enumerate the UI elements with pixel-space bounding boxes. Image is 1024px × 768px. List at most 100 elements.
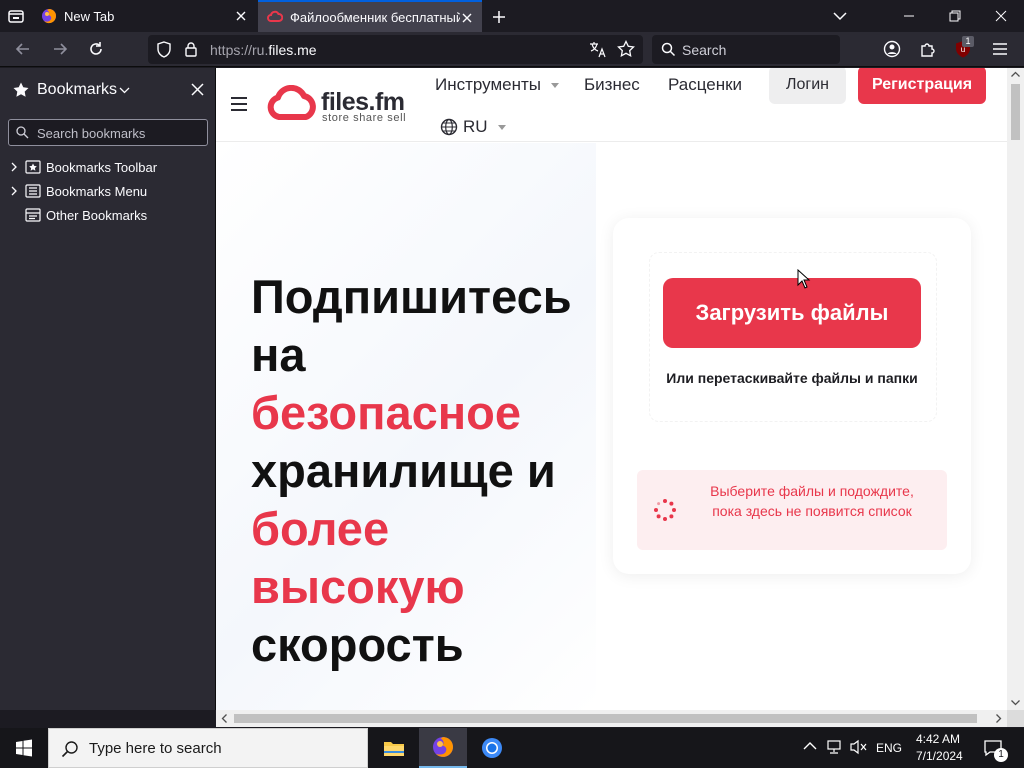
language-selector[interactable]: RU — [440, 117, 506, 137]
tracking-protection-shield-icon[interactable] — [156, 41, 172, 58]
list-all-tabs-chevron-icon[interactable] — [832, 9, 848, 23]
firefox-icon — [41, 8, 57, 24]
windows-start-icon[interactable] — [0, 728, 48, 768]
vertical-scroll-thumb[interactable] — [1011, 84, 1020, 140]
hero-line-accent: высокую — [251, 560, 465, 613]
login-button[interactable]: Логин — [769, 68, 846, 104]
chrome-taskbar-icon[interactable] — [468, 728, 516, 768]
url-text[interactable]: https://ru.files.me — [210, 42, 317, 58]
lock-icon[interactable] — [184, 41, 198, 58]
dropdown-caret-icon — [551, 83, 560, 89]
tab-title: Файлообменник бесплатный с — [290, 9, 460, 25]
mouse-cursor-icon — [797, 269, 811, 289]
extension-badge: 1 — [962, 36, 974, 47]
bookmarks-star-icon — [12, 81, 30, 99]
hero-heading: Подпишитесь на безопасное хранилище и бо… — [251, 268, 611, 674]
bookmarks-search-input[interactable]: Search bookmarks — [8, 119, 208, 146]
tab-strip: New Tab Файлообменник бесплатный с — [0, 0, 1024, 32]
scroll-down-arrow-icon[interactable] — [1011, 700, 1020, 706]
hero-line-accent: более — [251, 502, 390, 555]
loading-spinner-icon — [653, 498, 677, 522]
file-explorer-icon[interactable] — [370, 728, 418, 768]
close-tab-icon[interactable] — [460, 11, 474, 25]
taskbar-search-input[interactable]: Type here to search — [48, 728, 368, 768]
tab-list-icon[interactable] — [7, 8, 25, 24]
vertical-scrollbar[interactable] — [1007, 68, 1024, 710]
hamburger-menu-icon[interactable] — [991, 40, 1009, 58]
files-fm-logo-icon[interactable] — [266, 85, 318, 125]
hero-line-accent: безопасное — [251, 386, 521, 439]
bookmark-menu-icon — [25, 184, 41, 198]
search-icon — [661, 42, 676, 57]
logo-tagline: store share sell — [322, 112, 407, 124]
bookmark-label: Bookmarks Menu — [46, 183, 148, 199]
hero-line: Подпишитесь — [251, 270, 572, 323]
globe-icon — [440, 118, 458, 136]
upload-info-text: Выберите файлы и подождите, пока здесь н… — [710, 483, 914, 519]
bookmark-label: Bookmarks Toolbar — [46, 159, 158, 175]
notification-count-badge: 1 — [994, 748, 1008, 762]
scroll-right-arrow-icon[interactable] — [996, 714, 1002, 723]
nav-pricing[interactable]: Расценки — [668, 75, 742, 95]
clock-date[interactable]: 7/1/2024 — [916, 749, 963, 763]
scroll-up-arrow-icon[interactable] — [1011, 71, 1020, 77]
forward-arrow-icon[interactable] — [51, 40, 69, 58]
hero-line: хранилище и — [251, 444, 556, 497]
search-box[interactable]: Search — [652, 35, 840, 64]
minimize-window-icon[interactable] — [886, 0, 932, 32]
scroll-left-arrow-icon[interactable] — [221, 714, 227, 723]
reload-icon[interactable] — [87, 40, 105, 58]
scrollbar-corner — [1007, 710, 1024, 727]
expand-chevron-icon[interactable] — [9, 186, 19, 196]
other-bookmarks-icon — [25, 208, 41, 222]
clock-time[interactable]: 4:42 AM — [916, 732, 960, 746]
show-hidden-icons-chevron-icon[interactable] — [803, 741, 817, 751]
firefox-taskbar-icon[interactable] — [419, 728, 467, 768]
nav-business[interactable]: Бизнес — [584, 75, 640, 95]
hamburger-menu-icon[interactable] — [230, 96, 248, 112]
horizontal-scrollbar[interactable] — [216, 710, 1007, 727]
register-button[interactable]: Регистрация — [858, 68, 986, 104]
upload-card: Загрузить файлы Или перетаскивайте файлы… — [613, 218, 971, 574]
nav-tools[interactable]: Инструменты — [435, 75, 560, 95]
input-language[interactable]: ENG — [876, 741, 902, 755]
tab-files-fm[interactable]: Файлообменник бесплатный с — [258, 0, 482, 32]
volume-muted-icon[interactable] — [850, 739, 868, 755]
bookmark-folder-other[interactable]: Other Bookmarks — [0, 204, 214, 226]
bookmark-folder-toolbar[interactable]: Bookmarks Toolbar — [0, 156, 214, 178]
hero-line: на — [251, 328, 306, 381]
windows-taskbar: Type here to search ENG 4:42 AM 7/1/2024… — [0, 728, 1024, 768]
search-placeholder: Search bookmarks — [37, 126, 146, 141]
back-arrow-icon[interactable] — [14, 40, 32, 58]
account-icon[interactable] — [883, 40, 901, 58]
bookmark-label: Other Bookmarks — [46, 207, 148, 223]
bookmark-star-icon[interactable] — [617, 40, 635, 58]
chevron-down-icon[interactable] — [119, 86, 130, 95]
close-sidebar-icon[interactable] — [190, 82, 205, 97]
restore-window-icon[interactable] — [932, 0, 978, 32]
tab-title: New Tab — [64, 8, 115, 24]
translate-icon[interactable] — [589, 41, 607, 58]
horizontal-scroll-thumb[interactable] — [234, 714, 977, 723]
upload-files-button[interactable]: Загрузить файлы — [663, 278, 921, 348]
upload-info-box: Выберите файлы и подождите, пока здесь н… — [637, 470, 947, 550]
search-icon — [16, 126, 29, 139]
new-tab-plus-icon[interactable] — [490, 8, 508, 26]
close-tab-icon[interactable] — [234, 9, 248, 23]
extensions-puzzle-icon[interactable] — [919, 40, 937, 58]
search-placeholder: Search — [682, 42, 727, 58]
bookmark-folder-menu[interactable]: Bookmarks Menu — [0, 180, 214, 202]
search-icon — [61, 740, 79, 758]
sidebar-title[interactable]: Bookmarks — [37, 81, 117, 99]
site-header: files.fm store share sell Инструменты Би… — [216, 68, 1007, 142]
expand-chevron-icon[interactable] — [9, 162, 19, 172]
navigation-toolbar: https://ru.files.me Search u 1 — [0, 32, 1024, 67]
web-page: files.fm store share sell Инструменты Би… — [216, 68, 1007, 710]
tab-new-tab[interactable]: New Tab — [32, 0, 256, 32]
bookmark-toolbar-icon — [25, 160, 41, 174]
network-icon[interactable] — [826, 739, 844, 755]
close-window-icon[interactable] — [978, 0, 1024, 32]
files-fm-cloud-icon — [267, 9, 283, 25]
url-bar[interactable]: https://ru.files.me — [148, 35, 643, 64]
bookmarks-sidebar: Bookmarks Search bookmarks Bookmarks Too… — [0, 68, 216, 710]
